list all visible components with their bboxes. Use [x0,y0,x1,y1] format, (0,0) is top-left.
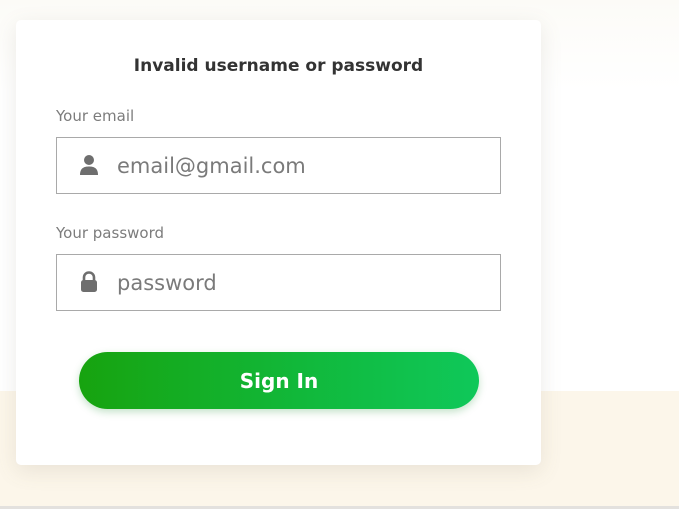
password-label: Your password [56,224,165,242]
password-field-container [56,254,501,311]
password-field[interactable] [117,255,487,310]
email-field[interactable] [117,138,487,193]
login-card: Invalid username or password Your email … [16,20,541,465]
user-icon [79,154,99,176]
sign-in-button[interactable]: Sign In [79,352,479,409]
email-field-container [56,137,501,194]
error-message: Invalid username or password [133,56,424,76]
lock-icon [79,271,99,293]
email-label: Your email [56,107,135,125]
